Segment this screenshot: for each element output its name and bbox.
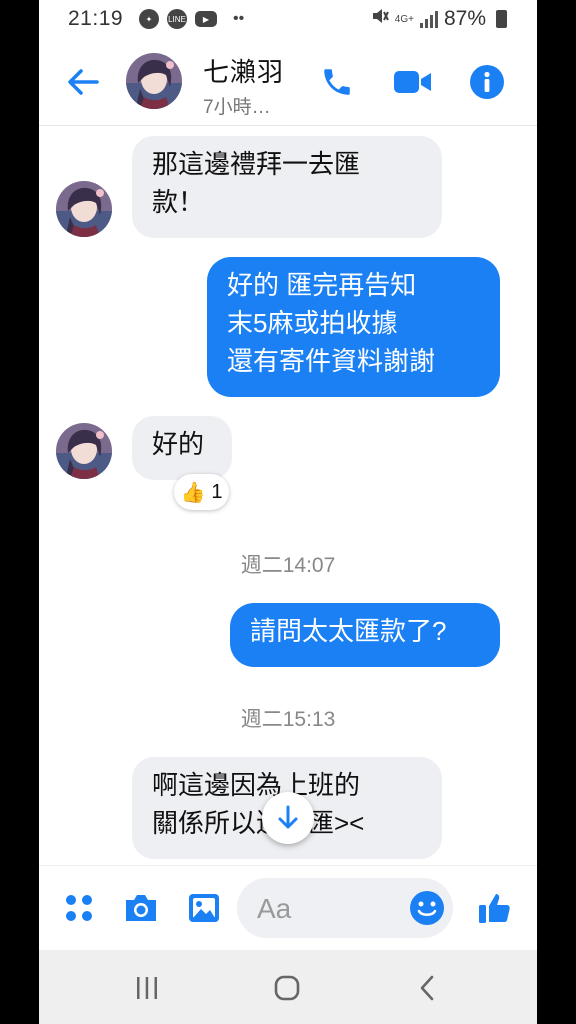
recent-apps-icon[interactable] [127,970,167,1006]
sender-avatar[interactable] [56,181,112,237]
contact-name[interactable]: 七瀨羽 [203,52,284,89]
youtube-icon: ▶ [195,11,217,27]
apps-grid-icon[interactable] [59,888,99,928]
emoji-icon[interactable] [409,890,445,926]
more-notifications-icon: •• [233,10,245,27]
system-indicators: 4G+ 87% [371,7,507,31]
system-nav-bar [39,950,537,1024]
line-app-icon: LINE [167,9,187,29]
message-text: 好的 匯完再告知 [227,270,417,300]
scroll-to-bottom-button[interactable] [262,792,314,844]
message-text: 那這邊禮拜一去匯 [152,149,361,179]
back-icon[interactable] [407,970,447,1006]
message-text: 末5麻或拍收據 [227,308,398,338]
phone-icon[interactable] [317,62,357,102]
message-text: 好的 [152,429,205,459]
image-icon[interactable] [184,888,224,928]
network-type: 4G+ [394,13,414,25]
battery-percent: 87% [443,7,486,30]
timestamp: 週二15:13 [240,708,336,731]
sender-avatar[interactable] [56,423,112,479]
message-input-container[interactable] [237,878,453,938]
info-icon[interactable] [467,62,507,102]
mute-icon [371,7,389,31]
header-divider [39,125,537,126]
chat-header: 七瀨羽 7小時… [39,40,537,122]
reaction-count: 1 [211,480,223,503]
battery-icon [496,10,507,28]
signal-icon [419,10,438,28]
message-outgoing[interactable]: 好的 匯完再告知 末5麻或拍收據 還有寄件資料謝謝 [207,257,500,397]
contact-avatar[interactable] [126,53,182,109]
camera-icon[interactable] [121,888,161,928]
arrow-down-icon [278,805,298,829]
message-outgoing[interactable]: 請問太太匯款了? [230,603,500,667]
accessibility-icon: ✦ [139,9,159,29]
message-composer [39,865,537,950]
timestamp: 週二14:07 [240,554,336,577]
message-text: 請問太太匯款了? [250,616,447,646]
home-icon[interactable] [267,970,307,1006]
status-time: 21:19 [68,7,124,30]
message-incoming[interactable]: 好的 [132,416,232,480]
message-text: 還有寄件資料謝謝 [227,346,436,376]
notification-icons: ✦ LINE ▶ •• [139,9,244,29]
thumbs-up-icon[interactable] [475,888,515,928]
contact-last-active: 7小時… [203,97,271,118]
thumbs-up-reaction-icon: 👍 [180,481,206,504]
back-arrow-icon[interactable] [63,62,103,102]
video-camera-icon[interactable] [393,62,433,102]
messenger-screen: 21:19 ✦ LINE ▶ •• 4G+ 87% 七瀨羽 7小時… 那這邊禮拜… [39,0,537,1024]
message-reaction[interactable]: 👍 1 [174,474,229,510]
message-incoming[interactable]: 那這邊禮拜一去匯 款！ [132,136,442,238]
status-bar: 21:19 ✦ LINE ▶ •• 4G+ 87% [39,0,537,38]
message-text: 款！ [152,187,205,217]
message-input[interactable] [255,892,399,926]
